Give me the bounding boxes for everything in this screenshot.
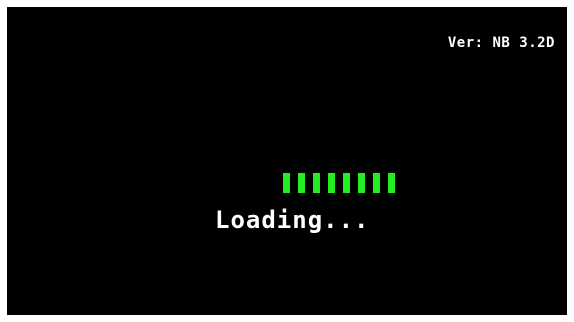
progress-segment — [373, 173, 380, 193]
loading-screen: Ver: NB 3.2D Loading... — [7, 7, 567, 315]
progress-segment — [313, 173, 320, 193]
progress-segment — [388, 173, 395, 193]
progress-segment — [328, 173, 335, 193]
loading-label: Loading... — [215, 206, 370, 234]
progress-segment — [283, 173, 290, 193]
progress-bar — [283, 173, 395, 193]
progress-segment — [358, 173, 365, 193]
version-label: Ver: NB 3.2D — [447, 35, 555, 51]
progress-segment — [298, 173, 305, 193]
progress-segment — [343, 173, 350, 193]
